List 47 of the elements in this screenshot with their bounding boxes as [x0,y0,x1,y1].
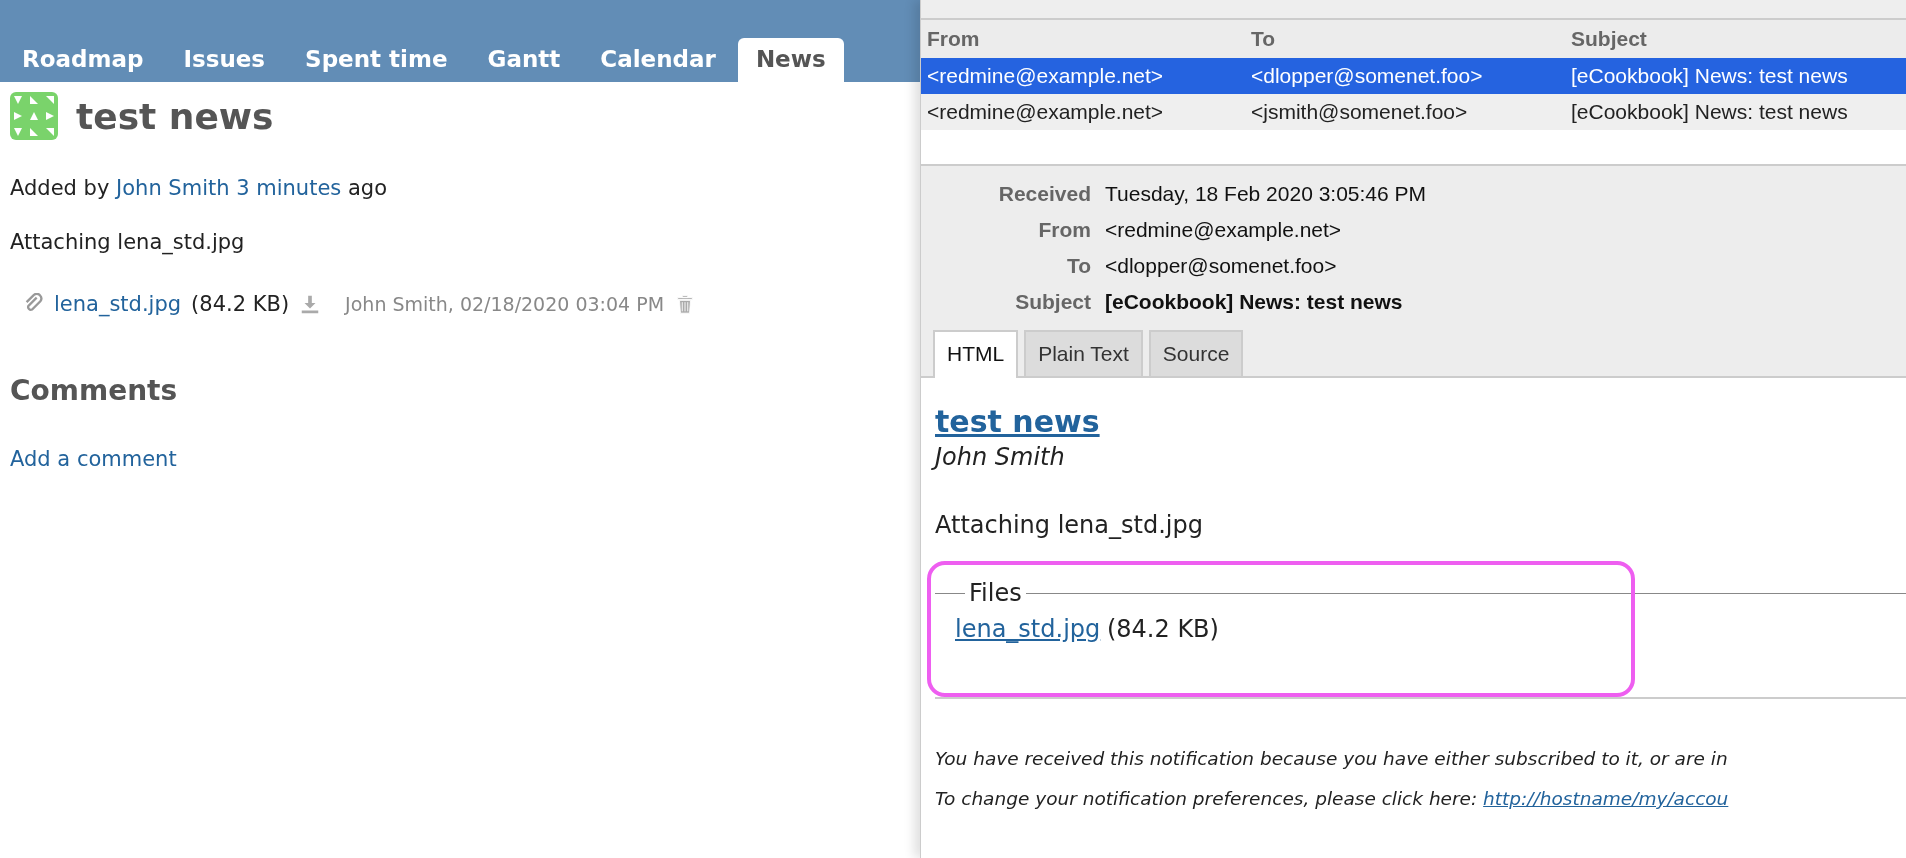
comments-heading: Comments [10,374,179,407]
nav-tab[interactable]: News [737,38,844,82]
file-size: (84.2 KB) [1106,615,1219,643]
from-cell-text: <redmine@example.net> [927,64,1165,88]
add-comment-link[interactable]: Add a comment [10,447,177,471]
message-row[interactable]: <redmine@example.net> <dlopper@somenet.foo> [eCookbook] News: test news [921,58,1906,94]
author-link[interactable]: John Smith [116,176,230,200]
header-label: Subject [1014,290,1091,314]
nav-tab[interactable]: Issues [165,38,284,82]
footer-text: You have received this notification because you have either subscribed to it, or are in [935,747,1729,771]
nav-tab[interactable]: Roadmap [4,38,162,82]
news-title: test news [76,95,274,137]
preferences-link[interactable]: http://hostname/my/accou [1483,788,1729,809]
attachment-size: (84.2 KB) [191,292,290,316]
footer-text: To change your notification preferences, please click here: http://hostname/my/accou [935,787,1730,811]
header-label: Received [997,182,1091,206]
nav-tab[interactable]: Spent time [287,38,466,82]
header-value: Tuesday, 18 Feb 2020 3:05:46 PM [1105,182,1428,206]
avatar-icon [10,92,58,140]
view-tab[interactable]: HTML [933,330,1019,378]
message-row[interactable]: <redmine@example.net> <jsmith@somenet.foo> [eCookbook] News: test news [921,94,1906,130]
column-header[interactable]: To [1251,27,1571,51]
header-value: <redmine@example.net> [1105,218,1343,242]
nav-tab[interactable]: Calendar [582,38,734,82]
header-value: <dlopper@somenet.foo> [1105,254,1338,278]
column-header[interactable]: From [927,27,1251,51]
to-cell-text: <dlopper@somenet.foo> [1251,64,1484,88]
header-value: [eCookbook] News: test news [1105,290,1404,314]
column-header[interactable]: Subject [1571,27,1906,51]
view-tab[interactable]: Plain Text [1024,330,1143,376]
nav-tab[interactable]: Gantt [469,38,579,82]
email-title-link[interactable]: test news [935,404,1100,439]
subject-cell-text: [eCookbook] News: test news [1571,64,1849,88]
file-link[interactable]: lena_std.jpg [955,615,1101,643]
subject-cell-text: [eCookbook] News: test news [1571,100,1849,124]
to-cell-text: <jsmith@somenet.foo> [1251,100,1469,124]
header-label: To [1065,254,1091,278]
files-legend: Files [965,579,1026,607]
email-description: Attaching lena_std.jpg [935,511,1204,539]
attachment-link[interactable]: lena_std.jpg [54,292,182,316]
news-description: Attaching lena_std.jpg [10,230,246,254]
attachment-meta: John Smith, 02/18/2020 03:04 PM [345,293,665,315]
from-cell-text: <redmine@example.net> [927,100,1165,124]
time-link[interactable]: 3 minutes [236,176,342,200]
view-tab[interactable]: Source [1148,330,1244,376]
header-label: From [1037,218,1091,242]
news-byline: Added by John Smith 3 minutes ago [10,176,388,200]
